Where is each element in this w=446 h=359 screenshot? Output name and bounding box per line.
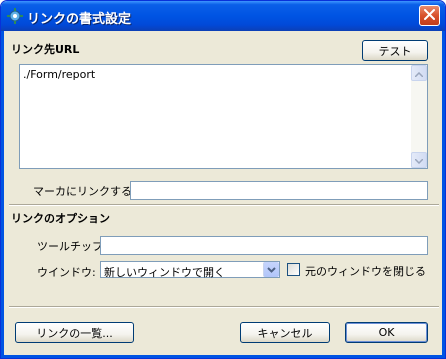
url-textarea[interactable]: ./Form/report: [19, 64, 428, 169]
test-button[interactable]: テスト: [362, 40, 428, 61]
ok-button[interactable]: OK: [345, 322, 428, 343]
link-url-heading: リンク先URL: [11, 43, 80, 56]
window-frame-right: [442, 31, 445, 358]
link-options-heading: リンクのオプション: [11, 212, 110, 225]
close-icon: [424, 8, 435, 23]
marker-label: マーカにリンクする:: [33, 185, 136, 198]
close-original-label: 元のウィンドウを閉じる: [305, 265, 426, 278]
scroll-down-button[interactable]: [411, 152, 427, 168]
chevron-up-icon: [414, 67, 424, 80]
scroll-up-button[interactable]: [411, 65, 427, 81]
marker-input[interactable]: [130, 181, 428, 200]
chevron-down-icon: [267, 263, 276, 276]
close-button[interactable]: [419, 5, 440, 26]
link-list-button[interactable]: リンクの一覧...: [15, 322, 134, 343]
window-label: ウインドウ:: [37, 266, 96, 279]
close-original-checkbox[interactable]: [287, 263, 300, 276]
window-frame-bottom: [1, 355, 445, 358]
tooltip-input[interactable]: [100, 236, 428, 255]
cancel-button[interactable]: キャンセル: [240, 322, 330, 343]
title-bar[interactable]: リンクの書式設定: [1, 1, 445, 31]
url-scrollbar[interactable]: [411, 65, 427, 168]
footer-divider: [9, 306, 439, 308]
link-format-dialog: リンクの書式設定 リンク先URL テスト ./Form/report マーカにリ…: [0, 0, 446, 359]
tooltip-label: ツールチップ:: [37, 240, 107, 253]
window-target-select[interactable]: 新しいウィンドウで開く: [100, 261, 280, 279]
dropdown-button[interactable]: [263, 262, 279, 277]
window-target-value: 新しいウィンドウで開く: [104, 266, 225, 279]
section-divider: [9, 204, 439, 206]
dialog-title: リンクの書式設定: [27, 12, 132, 27]
window-frame-left: [1, 31, 4, 358]
chevron-down-icon: [414, 154, 424, 167]
gear-icon: [7, 8, 23, 24]
url-value: ./Form/report: [23, 68, 96, 81]
